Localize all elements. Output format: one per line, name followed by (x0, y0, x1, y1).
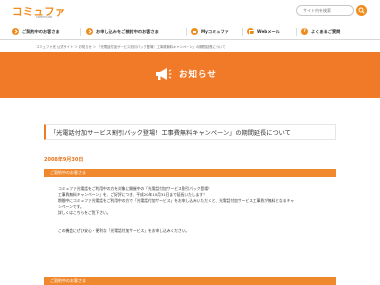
nav-divider (186, 28, 187, 36)
details-link[interactable]: 詳しくはこちらをご覧下さい。 (58, 211, 111, 216)
section-label-text: ご契約中のお客さま (50, 170, 86, 175)
nav-item-label: Myコミュファ (201, 29, 229, 34)
site-header: コミュファ commufa (0, 0, 380, 22)
arrow-circle-icon (86, 28, 93, 35)
body-line: 工事費無料キャンペーン」を、ご好評につき、平成20年10月31日まで延長いたしま… (58, 193, 207, 197)
body-line: コミュファ光電話をご利用中の方を対象に開催中の「光電話付加サービス割引パック登場… (58, 187, 212, 191)
search-icon (358, 7, 365, 14)
page-banner: お知らせ (0, 52, 380, 98)
nav-item-label: ご契約中のお客さま (22, 29, 60, 34)
nav-item-label: お申し込みをご検討中のお客さま (96, 29, 159, 34)
nav-item-webmail[interactable]: Webメール (247, 27, 280, 37)
logo-subtext: commufa (36, 15, 52, 19)
body-line: 期間中にコミュファ光電話をご利用中の方で「光電話付加サービス」をお申し込みいただ… (58, 199, 294, 203)
nav-divider (242, 28, 243, 36)
article-title-box: 「光電話付加サービス割引パック登場！工事費無料キャンペーン」の期間延長について (44, 124, 336, 140)
page-title: お知らせ (179, 70, 217, 80)
nav-item-current-customers[interactable]: ご契約中のお客さま (12, 27, 60, 37)
mail-icon (247, 28, 255, 35)
global-nav: ご契約中のお客さま お申し込みをご検討中のお客さま Myコミュファ Webメール… (0, 24, 380, 40)
body-line: この機会にぜひ安心・便利な「光電話付加サービス」をお申し込みください。 (58, 229, 190, 233)
nav-divider (80, 28, 81, 36)
section-label-text: ご契約中のお客さま (50, 278, 86, 283)
section-label: ご契約中のお客さま (44, 169, 336, 177)
question-icon: ? (301, 28, 308, 35)
home-icon (191, 28, 198, 35)
arrow-circle-icon (12, 28, 19, 35)
nav-item-faq[interactable]: ? よくあるご質問 (301, 27, 340, 37)
nav-item-prospective-customers[interactable]: お申し込みをご検討中のお客さま (86, 27, 159, 37)
nav-item-label: よくあるご質問 (311, 29, 341, 34)
section-label: ご契約中のお客さま (44, 277, 336, 285)
article-date: 2008年9月30日 (44, 157, 84, 163)
megaphone-icon (156, 68, 172, 80)
nav-item-my-commufa[interactable]: Myコミュファ (191, 27, 229, 37)
body-line: ンペーンです。 (58, 205, 84, 209)
nav-item-label: Webメール (257, 29, 280, 34)
nav-divider (296, 28, 297, 36)
search-button[interactable] (356, 5, 367, 16)
search-input[interactable] (296, 5, 354, 16)
breadcrumb[interactable]: コミュファ光 公式サイト ＞ お知らせ ＞ 「光電話付加サービス割引パック登場！… (36, 44, 226, 49)
article-title: 「光電話付加サービス割引パック登場！工事費無料キャンペーン」の期間延長について (50, 130, 291, 137)
